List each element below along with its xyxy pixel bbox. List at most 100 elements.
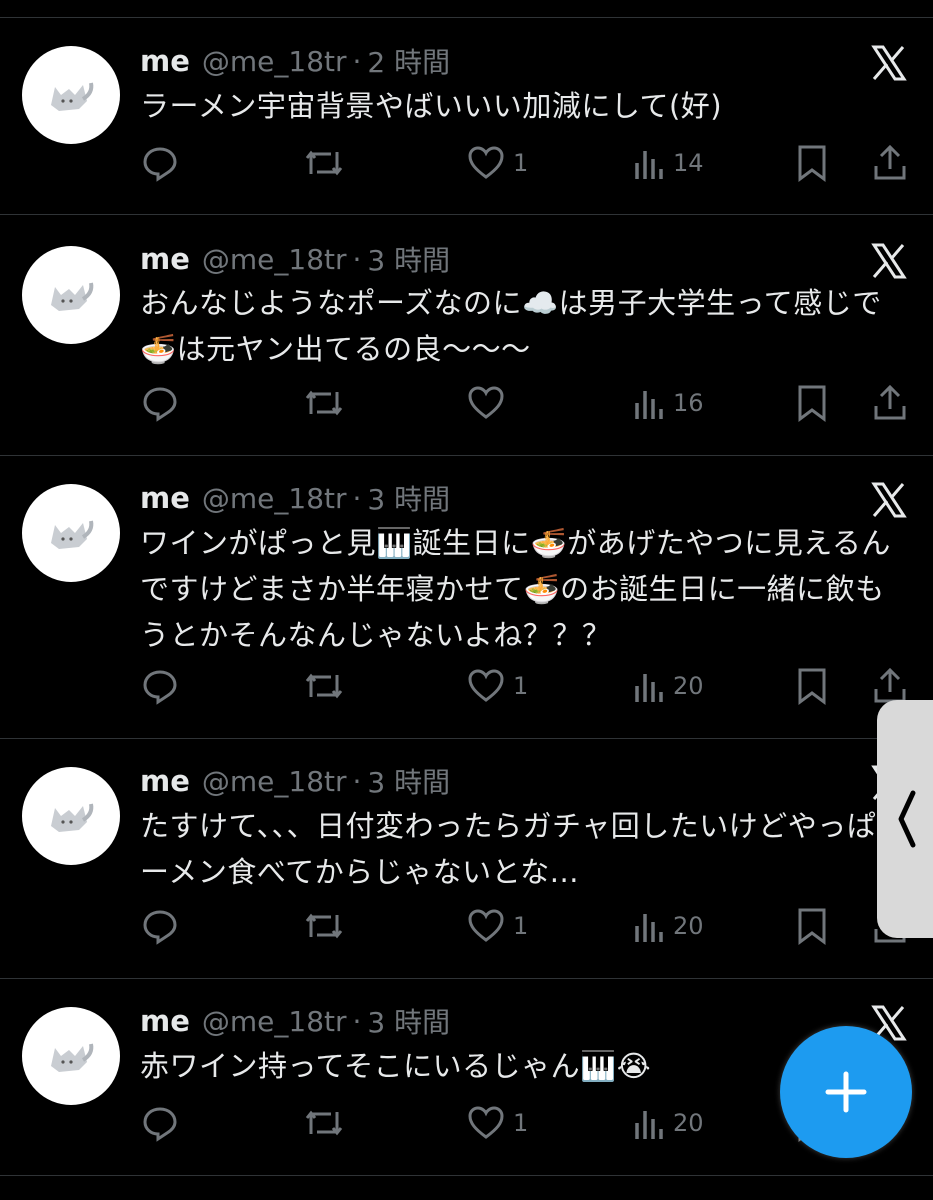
tweet-text: ラーメン宇宙背景やばいいい加減にして(好) xyxy=(140,89,723,123)
views-icon xyxy=(635,1111,663,1139)
avatar[interactable] xyxy=(22,46,120,144)
timestamp[interactable]: 3 時間 xyxy=(367,239,450,279)
repost-icon xyxy=(305,150,343,176)
repost-button[interactable] xyxy=(303,383,345,423)
view-count: 16 xyxy=(673,389,704,417)
view-count: 20 xyxy=(673,672,704,700)
share-button[interactable] xyxy=(872,143,908,183)
cat-icon xyxy=(51,1043,94,1072)
user-handle[interactable]: @me_18tr xyxy=(202,1005,347,1038)
tweet-header: me @me_18tr · 2 時間 xyxy=(140,43,450,79)
bookmark-button[interactable] xyxy=(796,666,828,706)
tweet[interactable]: me @me_18tr · 3 時間 たすけて、、、日付変わったらガチャ回したい… xyxy=(0,739,933,979)
display-name[interactable]: me xyxy=(140,481,190,515)
separator-dot: · xyxy=(352,481,362,515)
avatar[interactable] xyxy=(22,767,120,865)
views-button[interactable]: 16 xyxy=(633,383,704,423)
bookmark-icon xyxy=(798,385,826,422)
like-button[interactable]: 1 xyxy=(467,1103,528,1143)
views-button[interactable]: 20 xyxy=(633,906,704,946)
display-name[interactable]: me xyxy=(140,764,190,798)
views-icon xyxy=(635,151,663,179)
display-name[interactable]: me xyxy=(140,1004,190,1038)
repost-icon xyxy=(305,913,343,939)
share-icon xyxy=(874,384,906,420)
views-icon xyxy=(635,914,663,942)
reply-icon xyxy=(143,1107,177,1142)
like-count: 1 xyxy=(513,149,529,177)
tweet-header: me @me_18tr · 3 時間 xyxy=(140,480,450,516)
tweet-actions: 1 14 xyxy=(0,143,933,183)
tweet-header: me @me_18tr · 3 時間 xyxy=(140,763,450,799)
bookmark-button[interactable] xyxy=(796,906,828,946)
bookmark-button[interactable] xyxy=(796,143,828,183)
tweet[interactable]: me @me_18tr · 3 時間 ワインがぱっと見🎹誕生日に🍜があげたやつに… xyxy=(0,456,933,739)
views-button[interactable]: 14 xyxy=(633,143,704,183)
views-button[interactable]: 20 xyxy=(633,1103,704,1143)
share-button[interactable] xyxy=(872,383,908,423)
tweet-actions: 1 20 xyxy=(0,906,933,946)
reply-button[interactable] xyxy=(141,1103,179,1143)
separator-dot: · xyxy=(352,1004,362,1038)
avatar[interactable] xyxy=(22,484,120,582)
cat-icon xyxy=(51,520,94,549)
bookmark-button[interactable] xyxy=(796,383,828,423)
tweet[interactable]: me @me_18tr · 3 時間 おんなじようなポーズなのに☁️は男子大学生… xyxy=(0,215,933,456)
tweet[interactable]: me @me_18tr · 2 時間 ラーメン宇宙背景やばいいい加減にして(好)… xyxy=(0,18,933,215)
reply-icon xyxy=(143,670,177,705)
like-button[interactable]: 1 xyxy=(467,906,528,946)
repost-button[interactable] xyxy=(303,666,345,706)
reply-button[interactable] xyxy=(141,383,179,423)
display-name[interactable]: me xyxy=(140,44,190,78)
timestamp[interactable]: 3 時間 xyxy=(367,761,450,801)
view-count: 20 xyxy=(673,1109,704,1137)
side-panel-handle[interactable] xyxy=(877,700,933,938)
tweet-actions: 1 20 xyxy=(0,666,933,706)
heart-icon xyxy=(468,386,504,419)
like-button[interactable]: 1 xyxy=(467,666,528,706)
user-handle[interactable]: @me_18tr xyxy=(202,45,347,78)
separator-dot: · xyxy=(352,242,362,276)
heart-icon xyxy=(468,669,504,702)
cat-icon xyxy=(51,82,94,111)
user-handle[interactable]: @me_18tr xyxy=(202,765,347,798)
separator-dot: · xyxy=(352,764,362,798)
timestamp[interactable]: 3 時間 xyxy=(367,478,450,518)
like-button[interactable] xyxy=(467,383,513,423)
compose-button[interactable] xyxy=(780,1026,912,1158)
timestamp[interactable]: 3 時間 xyxy=(367,1001,450,1041)
reply-icon xyxy=(143,147,177,182)
repost-button[interactable] xyxy=(303,143,345,183)
separator-dot: · xyxy=(352,44,362,78)
reply-button[interactable] xyxy=(141,143,179,183)
bookmark-icon xyxy=(798,145,826,182)
reply-icon xyxy=(143,910,177,945)
display-name[interactable]: me xyxy=(140,242,190,276)
user-handle[interactable]: @me_18tr xyxy=(202,243,347,276)
reply-button[interactable] xyxy=(141,666,179,706)
reply-button[interactable] xyxy=(141,906,179,946)
heart-icon xyxy=(468,146,504,179)
tweet-header: me @me_18tr · 3 時間 xyxy=(140,241,450,277)
timestamp[interactable]: 2 時間 xyxy=(367,41,450,81)
tweet-text: たすけて、、、日付変わったらガチャ回したいけどやっぱラーメン食べてからじゃないと… xyxy=(140,809,906,889)
reply-icon xyxy=(143,387,177,422)
x-logo-icon xyxy=(871,482,907,518)
repost-button[interactable] xyxy=(303,906,345,946)
like-button[interactable]: 1 xyxy=(467,143,528,183)
user-handle[interactable]: @me_18tr xyxy=(202,482,347,515)
avatar[interactable] xyxy=(22,246,120,344)
avatar[interactable] xyxy=(22,1007,120,1105)
view-count: 14 xyxy=(673,149,704,177)
chevron-left-icon xyxy=(898,790,916,848)
x-logo-icon xyxy=(871,45,907,81)
x-logo-icon xyxy=(871,243,907,279)
repost-button[interactable] xyxy=(303,1103,345,1143)
bookmark-icon xyxy=(798,908,826,945)
cat-icon xyxy=(51,282,94,311)
bookmark-icon xyxy=(798,668,826,705)
repost-icon xyxy=(305,1110,343,1136)
tweet-text: ワインがぱっと見🎹誕生日に🍜があげたやつに見えるんですけどまさか半年寝かせて🍜の… xyxy=(140,526,891,652)
views-icon xyxy=(635,674,663,702)
views-button[interactable]: 20 xyxy=(633,666,704,706)
